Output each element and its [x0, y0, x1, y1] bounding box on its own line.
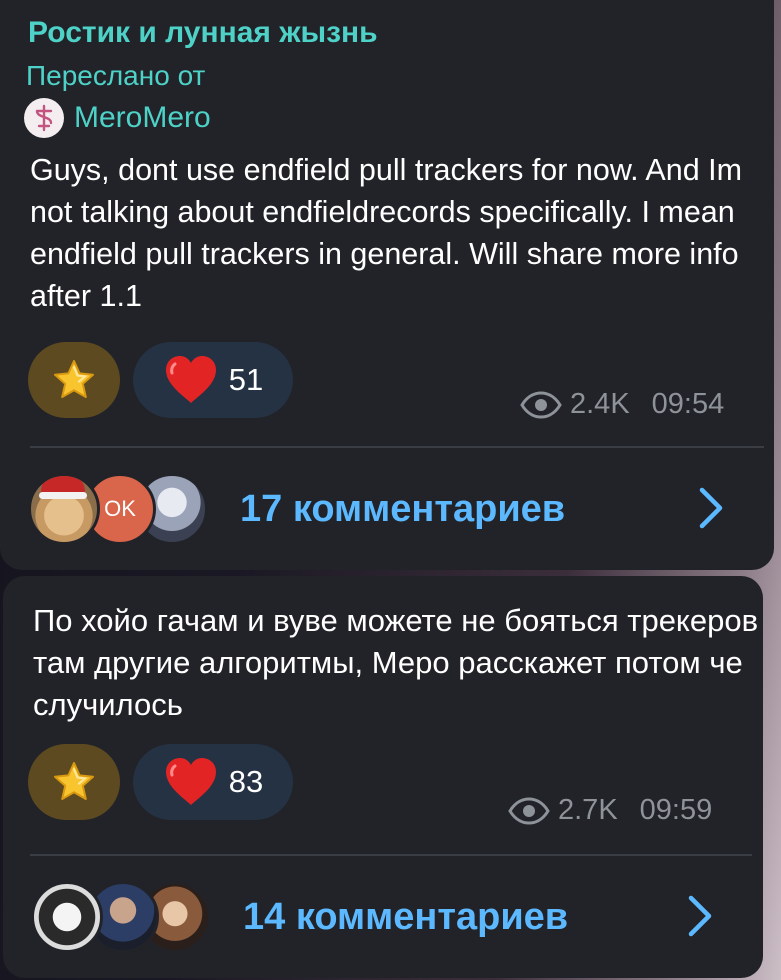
chevron-right-icon	[699, 487, 723, 529]
views-eye-icon	[508, 796, 550, 825]
commenter-avatars	[31, 877, 231, 957]
avatar	[31, 881, 103, 953]
heart-reaction-icon	[165, 758, 216, 805]
star-reaction-button[interactable]	[28, 342, 120, 418]
divider	[30, 854, 752, 856]
forwarded-label: Переслано от	[26, 60, 206, 91]
heart-reaction-count: 51	[228, 362, 264, 397]
star-reaction-icon	[54, 360, 94, 398]
heart-reaction-button[interactable]: 83	[133, 744, 293, 820]
avatar-initials: OK	[104, 496, 136, 521]
views-eye-icon	[520, 390, 562, 419]
heart-reaction-icon	[165, 356, 216, 403]
comments-link[interactable]: OK 17 комментариев	[0, 464, 774, 554]
forwarded-source-name[interactable]: MeroMero	[74, 101, 211, 135]
heart-reaction-count: 83	[228, 764, 264, 799]
message-meta: 2.7K 09:59	[508, 794, 712, 827]
mero-logo-icon	[35, 104, 53, 132]
comments-count-label[interactable]: 14 комментариев	[243, 896, 568, 939]
views-count: 2.4K	[570, 388, 630, 420]
views-count: 2.7K	[558, 794, 618, 826]
commenter-avatars: OK	[28, 469, 228, 549]
message-bubble-forwarded[interactable]: Ростик и лунная жызнь Переслано от MeroM…	[0, 0, 774, 570]
chevron-right-icon	[688, 895, 712, 937]
heart-reaction-button[interactable]: 51	[133, 342, 293, 418]
message-text: Guys, dont use endfield pull trackers fo…	[30, 153, 743, 313]
channel-name[interactable]: Ростик и лунная жызнь	[28, 16, 378, 50]
message-time: 09:59	[639, 794, 713, 826]
forwarded-source-avatar[interactable]	[24, 98, 64, 138]
star-reaction-button[interactable]	[28, 744, 120, 820]
message-time: 09:54	[651, 388, 725, 420]
message-meta: 2.4K 09:54	[520, 388, 724, 421]
avatar	[28, 473, 100, 545]
comments-count-label[interactable]: 17 комментариев	[240, 488, 565, 531]
message-text: По хойо гачам и вуве можете не бояться т…	[33, 603, 759, 722]
comments-link[interactable]: 14 комментариев	[3, 872, 763, 962]
forwarded-source[interactable]: MeroMero	[24, 98, 211, 138]
message-bubble[interactable]: По хойо гачам и вуве можете не бояться т…	[3, 576, 763, 978]
divider	[30, 446, 764, 448]
star-reaction-icon	[54, 762, 94, 800]
